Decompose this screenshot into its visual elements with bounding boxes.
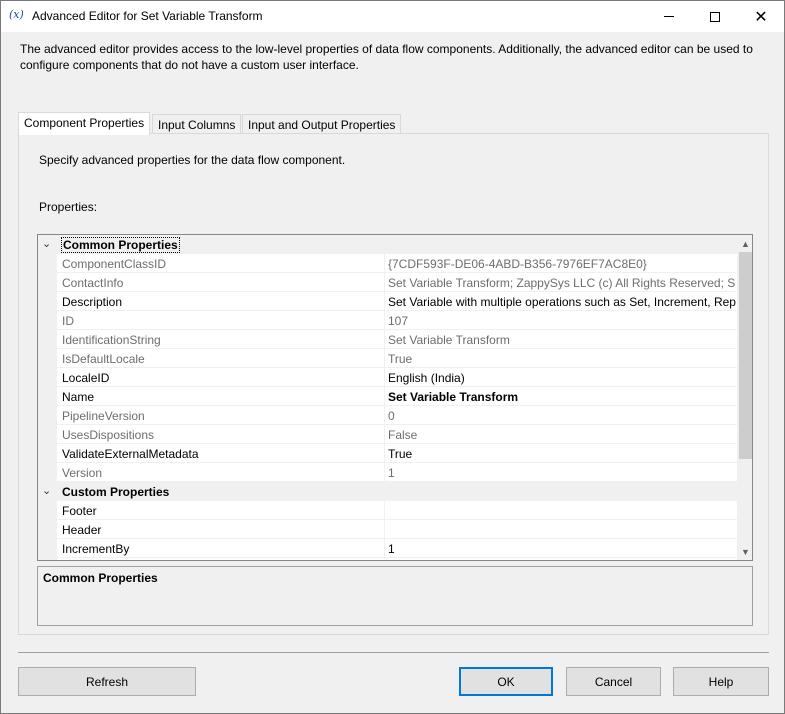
property-name: ContactInfo [62,276,124,290]
cancel-button[interactable]: Cancel [566,667,661,696]
property-name: ID [62,314,74,328]
tab-component-properties[interactable]: Component Properties [18,112,151,135]
category-row[interactable]: ⌄ Common Properties [38,235,737,254]
property-row[interactable]: ComponentClassID {7CDF593F-DE06-4ABD-B356… [38,254,737,273]
scroll-up-icon[interactable]: ▲ [737,235,752,252]
tab-panel-component-properties: Specify advanced properties for the data… [18,133,769,635]
property-name: Name [62,390,95,404]
category-name: Custom Properties [62,485,170,499]
column-divider [384,273,385,292]
column-divider [384,292,385,311]
property-value[interactable]: 1 [388,542,736,556]
property-value[interactable]: True [388,447,736,461]
column-divider [384,254,385,273]
property-value: 107 [388,314,409,328]
property-value[interactable]: Set Variable with multiple operations su… [388,295,736,309]
property-name: IncrementBy [62,542,130,556]
footer-separator [18,652,769,653]
scroll-thumb[interactable] [739,252,752,459]
property-row[interactable]: PipelineVersion 0 [38,406,737,425]
close-icon: ✕ [754,8,768,26]
ok-button[interactable]: OK [459,667,553,696]
column-divider [384,539,385,558]
property-row[interactable]: ID 107 [38,311,737,330]
column-divider [384,444,385,463]
property-name: Description [62,295,123,309]
help-title: Common Properties [43,571,158,585]
tab-input-columns[interactable]: Input Columns [152,114,242,134]
title-bar[interactable]: (x) Advanced Editor for Set Variable Tra… [1,1,784,32]
property-row[interactable]: UsesDispositions False [38,425,737,444]
column-divider [384,520,385,539]
column-divider [384,501,385,520]
property-row[interactable]: ContactInfo Set Variable Transform; Zappy… [38,273,737,292]
minimize-icon [664,16,674,17]
refresh-button[interactable]: Refresh [18,667,196,696]
close-button[interactable]: ✕ [738,1,784,32]
editor-description: The advanced editor provides access to t… [20,42,753,72]
property-row[interactable]: LocaleID English (India) [38,368,737,387]
variable-icon: (x) [9,8,24,21]
property-value: Set Variable Transform [388,333,510,347]
maximize-button[interactable] [692,1,738,32]
property-row[interactable]: ValidateExternalMetadata True [38,444,737,463]
property-row[interactable]: IdentificationString Set Variable Transfo… [38,330,737,349]
panel-instruction: Specify advanced properties for the data… [39,153,346,167]
chevron-down-icon[interactable]: ⌄ [42,484,51,497]
column-divider [384,311,385,330]
column-divider [384,330,385,349]
property-row[interactable]: Name Set Variable Transform [38,387,737,406]
tab-input-output-properties[interactable]: Input and Output Properties [242,114,402,134]
property-name: UsesDispositions [62,428,155,442]
property-row[interactable]: Header [38,520,737,539]
category-name: Common Properties [61,237,180,253]
property-row[interactable]: Version 1 [38,463,737,482]
column-divider [384,387,385,406]
property-name: IdentificationString [62,333,161,347]
property-name: LocaleID [62,371,110,385]
minimize-button[interactable] [646,1,692,32]
property-name: ComponentClassID [62,257,167,271]
row-line [57,557,737,558]
property-value: True [388,352,413,366]
property-name: Header [62,523,102,537]
maximize-icon [710,11,720,22]
property-value: 1 [388,466,395,480]
scroll-down-icon[interactable]: ▼ [737,543,752,560]
property-grid[interactable]: ⌄ Common Properties ComponentClassID {7CDF5… [37,234,753,561]
properties-label: Properties: [39,200,98,214]
column-divider [384,406,385,425]
property-row[interactable]: Description Set Variable with multiple op… [38,292,737,311]
property-value: 0 [388,409,395,423]
property-name: IsDefaultLocale [62,352,145,366]
property-value: Set Variable Transform; ZappySys LLC (c)… [388,276,736,290]
column-divider [384,368,385,387]
column-divider [384,349,385,368]
chevron-down-icon[interactable]: ⌄ [42,237,51,250]
property-help-box: Common Properties [37,566,753,626]
property-value: False [388,428,418,442]
property-row[interactable]: IncrementBy 1 [38,539,737,558]
property-row[interactable]: Footer [38,501,737,520]
advanced-editor-dialog: (x) Advanced Editor for Set Variable Tra… [0,0,785,714]
window-title: Advanced Editor for Set Variable Transfo… [32,9,263,23]
property-name: Version [62,466,103,480]
grid-scrollbar[interactable]: ▲ ▼ [737,235,752,560]
help-button[interactable]: Help [673,667,769,696]
property-name: Footer [62,504,97,518]
category-row[interactable]: ⌄ Custom Properties [38,482,737,501]
column-divider [384,425,385,444]
property-value[interactable]: Set Variable Transform [388,390,736,404]
property-row[interactable]: IsDefaultLocale True [38,349,737,368]
column-divider [384,463,385,482]
property-name: ValidateExternalMetadata [62,447,199,461]
property-value[interactable]: English (India) [388,371,736,385]
property-name: PipelineVersion [62,409,145,423]
property-value: {7CDF593F-DE06-4ABD-B356-7976EF7AC8E0} [388,257,647,271]
